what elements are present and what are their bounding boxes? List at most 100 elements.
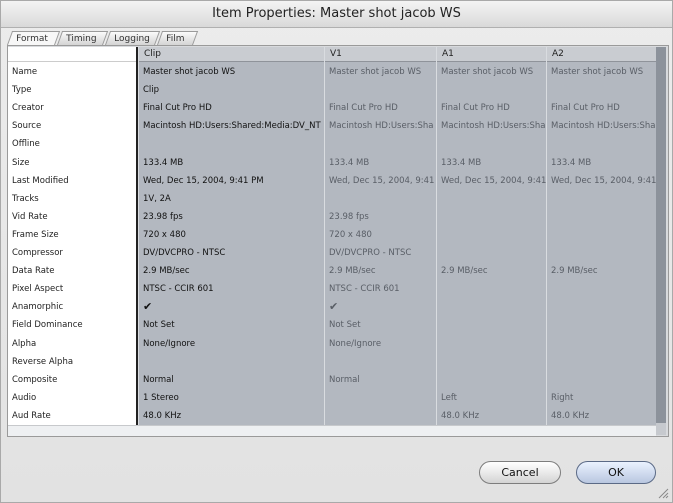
table-cell[interactable]: Master shot jacob WS bbox=[139, 63, 324, 81]
table-cell[interactable] bbox=[547, 335, 656, 353]
table-cell[interactable]: 48.0 KHz bbox=[139, 407, 324, 425]
table-cell[interactable]: Normal bbox=[139, 371, 324, 389]
table-cell[interactable]: Master shot jacob WS bbox=[547, 63, 656, 81]
resize-grip-icon[interactable] bbox=[657, 487, 669, 499]
table-cell[interactable]: Master shot jacob WS bbox=[325, 63, 436, 81]
table-cell[interactable] bbox=[139, 353, 324, 371]
table-cell[interactable]: Final Cut Pro HD bbox=[139, 99, 324, 117]
table-cell[interactable] bbox=[437, 135, 546, 153]
table-cell[interactable] bbox=[325, 135, 436, 153]
tab-film[interactable]: Film bbox=[157, 31, 199, 45]
table-cell[interactable] bbox=[437, 335, 546, 353]
table-cell[interactable] bbox=[437, 316, 546, 334]
table-cell[interactable]: 2.9 MB/sec bbox=[325, 262, 436, 280]
table-cell[interactable] bbox=[325, 407, 436, 425]
table-cell[interactable] bbox=[437, 244, 546, 262]
table-cell[interactable]: 720 x 480 bbox=[139, 226, 324, 244]
table-cell[interactable]: 23.98 fps bbox=[139, 208, 324, 226]
table-cell[interactable] bbox=[547, 81, 656, 99]
table-cell[interactable] bbox=[547, 135, 656, 153]
table-cell[interactable] bbox=[437, 226, 546, 244]
table-cell[interactable]: 48.0 KHz bbox=[437, 407, 546, 425]
table-cell[interactable]: NTSC - CCIR 601 bbox=[325, 280, 436, 298]
table-cell[interactable]: Left bbox=[437, 389, 546, 407]
table-cell[interactable]: Macintosh HD:Users:Sha bbox=[325, 117, 436, 135]
table-cell[interactable] bbox=[437, 190, 546, 208]
table-cell[interactable] bbox=[437, 371, 546, 389]
table-cell[interactable] bbox=[325, 353, 436, 371]
table-cell[interactable] bbox=[547, 316, 656, 334]
column-header-a1[interactable]: A1 bbox=[437, 47, 546, 62]
table-cell[interactable] bbox=[139, 135, 324, 153]
table-cell[interactable] bbox=[547, 280, 656, 298]
column-header-clip[interactable]: Clip bbox=[139, 47, 324, 62]
table-cell[interactable]: Right bbox=[547, 389, 656, 407]
table-cell[interactable]: Clip bbox=[139, 81, 324, 99]
table-cell[interactable]: ✔ bbox=[325, 298, 436, 316]
table-cell[interactable]: 2.9 MB/sec bbox=[139, 262, 324, 280]
table-cell[interactable] bbox=[547, 371, 656, 389]
v1-column[interactable]: V1 Master shot jacob WS Final Cut Pro HD M… bbox=[324, 47, 436, 425]
table-cell[interactable]: 133.4 MB bbox=[437, 154, 546, 172]
a2-column[interactable]: A2 Master shot jacob WS Final Cut Pro HD M… bbox=[546, 47, 656, 425]
a1-column[interactable]: A1 Master shot jacob WS Final Cut Pro HD M… bbox=[436, 47, 546, 425]
scroll-end-cap[interactable] bbox=[656, 423, 666, 435]
table-cell[interactable]: 2.9 MB/sec bbox=[547, 262, 656, 280]
cancel-button[interactable]: Cancel bbox=[479, 461, 561, 484]
table-cell[interactable] bbox=[325, 389, 436, 407]
table-cell[interactable]: DV/DVCPRO - NTSC bbox=[325, 244, 436, 262]
table-cell[interactable]: Wed, Dec 15, 2004, 9:41 PM bbox=[139, 172, 324, 190]
table-cell[interactable]: None/Ignore bbox=[325, 335, 436, 353]
table-cell[interactable] bbox=[437, 298, 546, 316]
row-label: Reverse Alpha bbox=[12, 356, 74, 367]
vertical-scrollbar[interactable] bbox=[656, 47, 666, 435]
table-cell[interactable]: 48.0 KHz bbox=[547, 407, 656, 425]
table-cell[interactable]: Not Set bbox=[139, 316, 324, 334]
table-cell[interactable] bbox=[325, 190, 436, 208]
table-cell[interactable] bbox=[547, 298, 656, 316]
table-cell[interactable]: Macintosh HD:Users:Sha bbox=[437, 117, 546, 135]
table-cell[interactable]: Final Cut Pro HD bbox=[325, 99, 436, 117]
table-cell[interactable] bbox=[325, 81, 436, 99]
row-label: Field Dominance bbox=[12, 320, 83, 331]
table-cell[interactable] bbox=[547, 226, 656, 244]
table-cell[interactable]: 133.4 MB bbox=[547, 154, 656, 172]
table-cell[interactable] bbox=[437, 81, 546, 99]
column-header-v1[interactable]: V1 bbox=[325, 47, 436, 62]
table-cell[interactable]: Wed, Dec 15, 2004, 9:41 bbox=[325, 172, 436, 190]
table-cell[interactable] bbox=[547, 353, 656, 371]
table-cell[interactable] bbox=[437, 208, 546, 226]
table-cell[interactable]: 2.9 MB/sec bbox=[437, 262, 546, 280]
table-cell[interactable] bbox=[437, 280, 546, 298]
table-cell[interactable] bbox=[437, 353, 546, 371]
table-cell[interactable]: DV/DVCPRO - NTSC bbox=[139, 244, 324, 262]
table-cell[interactable] bbox=[547, 190, 656, 208]
tab-format[interactable]: Format bbox=[7, 31, 61, 45]
table-cell[interactable]: 133.4 MB bbox=[325, 154, 436, 172]
table-cell[interactable]: ✔ bbox=[139, 298, 324, 316]
table-cell[interactable]: Master shot jacob WS bbox=[437, 63, 546, 81]
table-cell[interactable]: Macintosh HD:Users:Sha bbox=[547, 117, 656, 135]
tab-logging[interactable]: Logging bbox=[105, 31, 161, 45]
table-cell[interactable]: Not Set bbox=[325, 316, 436, 334]
ok-button[interactable]: OK bbox=[576, 461, 656, 484]
column-header-a2[interactable]: A2 bbox=[547, 47, 656, 62]
table-cell[interactable]: Normal bbox=[325, 371, 436, 389]
table-cell[interactable]: 720 x 480 bbox=[325, 226, 436, 244]
table-cell[interactable] bbox=[547, 244, 656, 262]
table-cell[interactable]: Final Cut Pro HD bbox=[437, 99, 546, 117]
table-cell[interactable]: None/Ignore bbox=[139, 335, 324, 353]
table-cell[interactable]: Wed, Dec 15, 2004, 9:41 bbox=[547, 172, 656, 190]
table-cell[interactable]: 23.98 fps bbox=[325, 208, 436, 226]
table-cell[interactable]: 1V, 2A bbox=[139, 190, 324, 208]
table-cell[interactable]: Wed, Dec 15, 2004, 9:41 bbox=[437, 172, 546, 190]
table-cell[interactable]: 133.4 MB bbox=[139, 154, 324, 172]
table-cell[interactable] bbox=[547, 208, 656, 226]
table-cell[interactable]: Macintosh HD:Users:Shared:Media:DV_NT bbox=[139, 117, 324, 135]
tab-timing[interactable]: Timing bbox=[57, 31, 109, 45]
table-cell[interactable]: NTSC - CCIR 601 bbox=[139, 280, 324, 298]
horizontal-scrollbar[interactable] bbox=[8, 425, 656, 436]
table-cell[interactable]: 1 Stereo bbox=[139, 389, 324, 407]
clip-column[interactable]: Clip Master shot jacob WS Clip Final Cut P… bbox=[138, 47, 324, 425]
table-cell[interactable]: Final Cut Pro HD bbox=[547, 99, 656, 117]
